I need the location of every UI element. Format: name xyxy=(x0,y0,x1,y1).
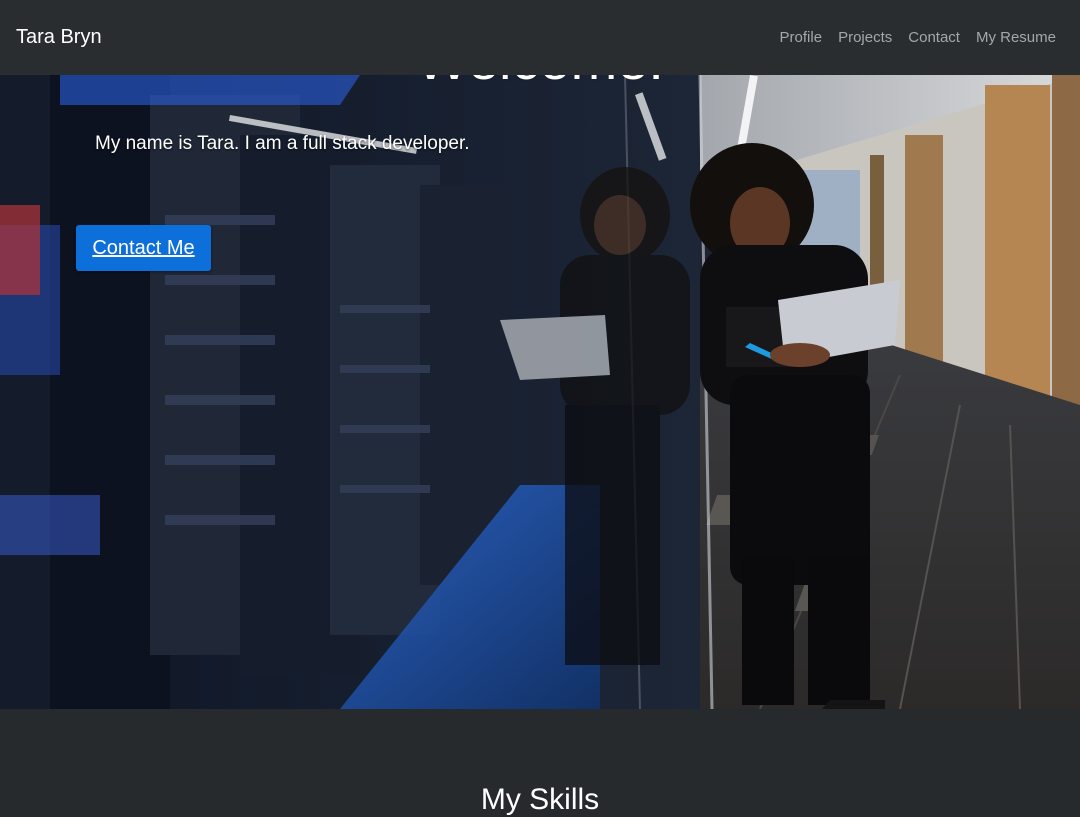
nav-link-contact[interactable]: Contact xyxy=(908,29,960,46)
skills-heading: My Skills xyxy=(480,783,600,816)
nav-link-resume[interactable]: My Resume xyxy=(976,29,1056,46)
navbar: Tara Bryn Profile Projects Contact My Re… xyxy=(0,0,1080,75)
hero-title: Welcome! xyxy=(0,75,1080,92)
hero-subtitle: My name is Tara. I am a full stack devel… xyxy=(95,133,470,154)
hero-background-image xyxy=(0,75,1080,709)
nav-link-profile[interactable]: Profile xyxy=(780,29,823,46)
brand-link[interactable]: Tara Bryn xyxy=(16,26,102,49)
hero-section: Welcome! My name is Tara. I am a full st… xyxy=(0,75,1080,709)
nav-link-projects[interactable]: Projects xyxy=(838,29,892,46)
contact-me-button[interactable]: Contact Me xyxy=(76,225,211,271)
nav-links: Profile Projects Contact My Resume xyxy=(780,29,1056,46)
